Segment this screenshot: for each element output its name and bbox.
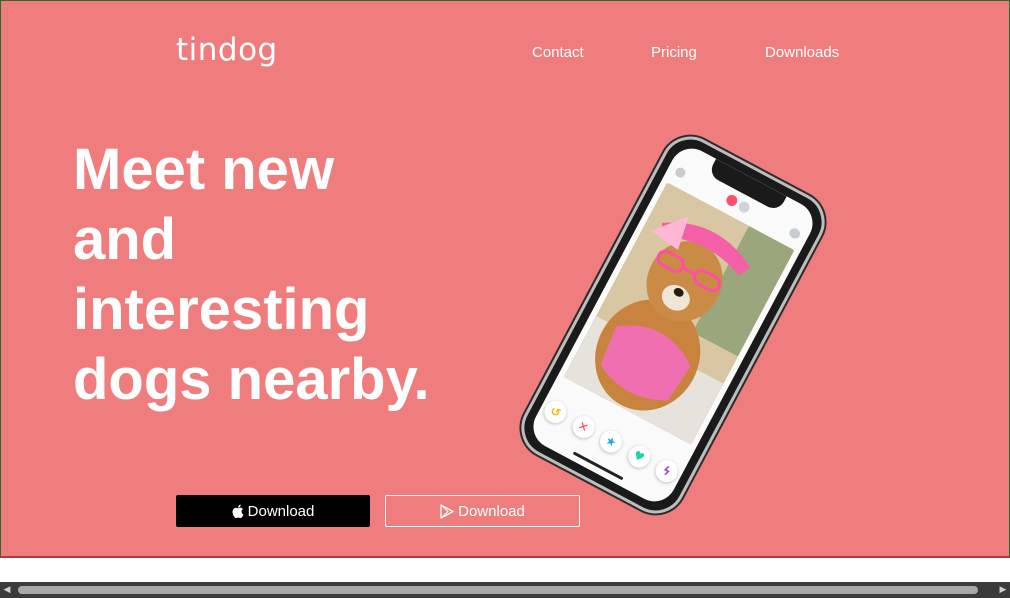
like-icon[interactable]: ♥ [623, 441, 654, 472]
flame-icon [724, 193, 740, 208]
scrollbar-thumb[interactable] [18, 586, 978, 594]
app-store-download-button[interactable]: Download [176, 495, 370, 527]
phone-screen: ↺ ✕ ★ ♥ ϟ [525, 140, 821, 510]
scroll-left-icon[interactable]: ◀ [0, 582, 14, 598]
play-store-download-label: Download [458, 502, 525, 520]
brand-logo[interactable]: tindog [176, 32, 278, 68]
hero-section: tindog Contact Pricing Downloads Meet ne… [0, 0, 1010, 558]
nav-link-contact[interactable]: Contact [532, 44, 584, 61]
phone-mockup: ↺ ✕ ★ ♥ ϟ [510, 126, 836, 524]
super-like-icon[interactable]: ★ [596, 426, 626, 457]
nav-link-pricing[interactable]: Pricing [651, 44, 697, 61]
play-store-download-button[interactable]: Download [385, 495, 580, 527]
play-store-icon [440, 503, 454, 519]
app-store-download-label: Download [247, 502, 315, 520]
nope-icon[interactable]: ✕ [568, 411, 599, 442]
boost-icon[interactable]: ϟ [651, 456, 682, 487]
phone-frame: ↺ ✕ ★ ♥ ϟ [510, 126, 836, 524]
scroll-right-icon[interactable]: ▶ [996, 582, 1010, 598]
chat-toggle-icon [736, 199, 752, 215]
nav-link-downloads[interactable]: Downloads [765, 44, 839, 61]
profile-icon [673, 165, 688, 180]
rewind-icon[interactable]: ↺ [540, 397, 571, 427]
horizontal-scrollbar[interactable]: ◀ ▶ [0, 582, 1010, 598]
hero-headline: Meet new and interesting dogs nearby. [73, 137, 430, 412]
apple-icon [232, 504, 244, 518]
messages-icon [787, 226, 802, 241]
